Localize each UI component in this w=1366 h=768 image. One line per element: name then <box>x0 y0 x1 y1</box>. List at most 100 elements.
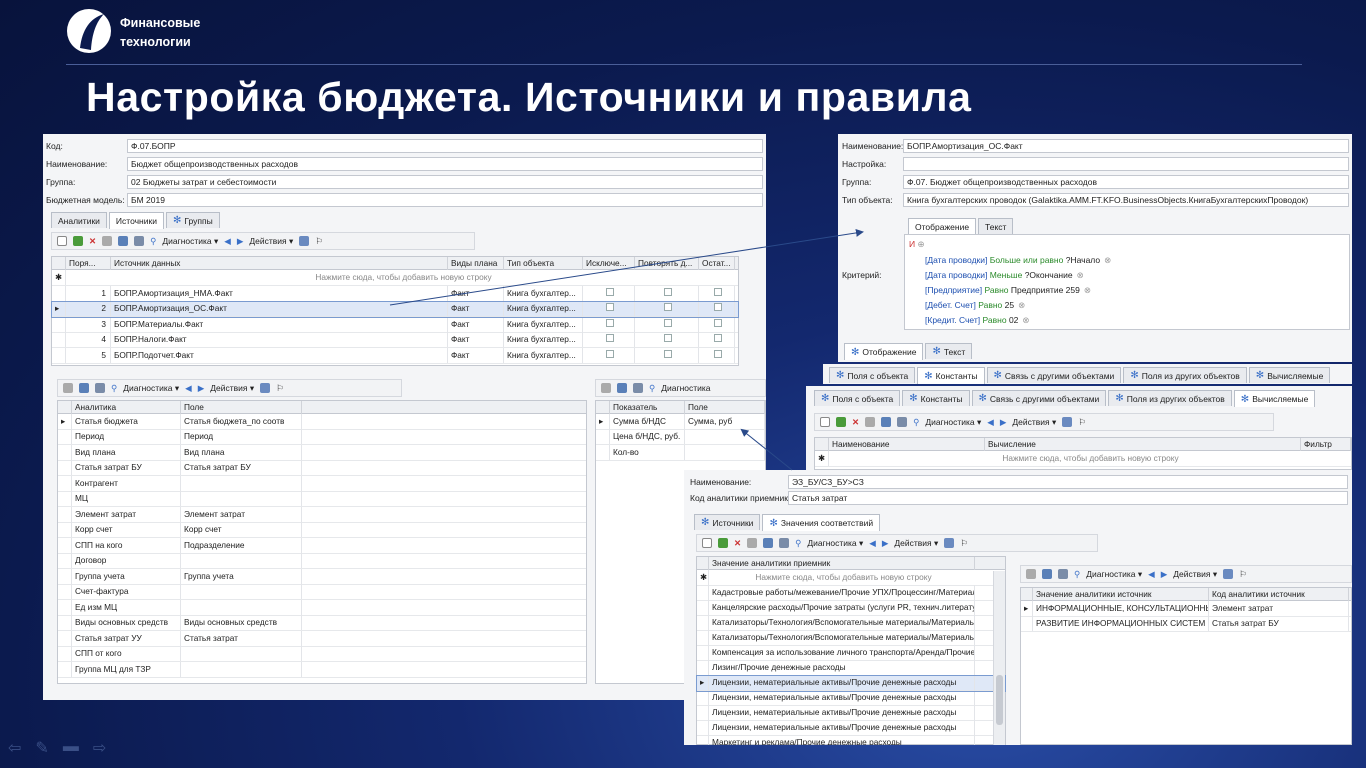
tab-mapping-values[interactable]: ✻ Значения соответствий <box>762 514 881 531</box>
tab-groups[interactable]: ✻ Группы <box>165 212 220 228</box>
table-row[interactable]: 3 БОПР.Материалы.Факт Факт Книга бухгалтер.… <box>52 316 738 333</box>
print-icon[interactable] <box>1058 569 1068 579</box>
actions-button[interactable]: Действия ▾ <box>1173 569 1217 580</box>
criteria-condition[interactable]: [Дата проводки] Больше или равно ?Начало… <box>925 255 1111 266</box>
col-source[interactable]: Источник данных <box>111 256 448 270</box>
checkbox[interactable] <box>714 349 722 358</box>
filter-icon[interactable]: ⚐ <box>1078 417 1086 428</box>
table-row[interactable]: Группа МЦ для ТЗР <box>58 661 586 678</box>
arrow-right-icon[interactable]: ▶ <box>1000 417 1007 428</box>
table-row[interactable]: Элемент затрат Элемент затрат <box>58 506 586 523</box>
pen-icon[interactable]: ✎ <box>35 738 48 758</box>
actions-button[interactable]: Действия ▾ <box>210 383 254 394</box>
table-row[interactable]: 1 БОПР.Амортизация_НМА.Факт Факт Книга бухг… <box>52 285 738 302</box>
criteria-field[interactable]: [Предприятие] <box>925 285 982 295</box>
remove-icon[interactable]: ⊗ <box>1084 285 1091 295</box>
criteria-value[interactable]: 02 <box>1009 315 1018 325</box>
criteria-operator[interactable]: Равно <box>978 300 1002 310</box>
col-plan[interactable]: Виды плана <box>448 256 504 270</box>
arrow-left-icon[interactable]: ◀ <box>224 236 231 247</box>
tab-constants[interactable]: ✻ Константы <box>917 367 985 384</box>
remove-icon[interactable]: ⊗ <box>1022 315 1029 325</box>
tab-sources[interactable]: Источники <box>108 212 164 229</box>
tab-analytics[interactable]: Аналитики <box>51 212 107 228</box>
criteria-value[interactable]: ?Начало <box>1066 255 1100 265</box>
col-repeat[interactable]: Повторять д... <box>635 256 699 270</box>
table-row[interactable]: РАЗВИТИЕ ИНФОРМАЦИОННЫХ СИСТЕМ Статья зат… <box>1021 616 1351 632</box>
arrow-right-icon[interactable]: ▶ <box>1161 569 1168 580</box>
arrow-left-icon[interactable]: ◀ <box>869 538 876 549</box>
tab-text[interactable]: Текст <box>978 218 1014 234</box>
name-field[interactable]: БОПР.Амортизация_ОС.Факт <box>903 139 1349 153</box>
table-row[interactable]: ▸ 2 БОПР.Амортизация_ОС.Факт Факт Книга бухг… <box>51 300 739 318</box>
save-icon[interactable] <box>601 383 611 393</box>
col-order[interactable]: Поря... <box>66 256 111 270</box>
checkbox[interactable] <box>714 303 722 312</box>
checkbox[interactable] <box>606 334 614 343</box>
arrow-left-icon[interactable]: ◀ <box>1148 569 1155 580</box>
col-source-value[interactable]: Значение аналитики источник <box>1033 587 1209 601</box>
actions-button[interactable]: Действия ▾ <box>249 236 293 247</box>
checkbox[interactable] <box>664 287 672 296</box>
diagnostics-button[interactable]: Диагностика ▾ <box>123 383 179 394</box>
save-icon[interactable] <box>102 236 113 246</box>
checkbox[interactable] <box>714 318 722 327</box>
name-field[interactable]: ЭЗ_БУ/СЗ_БУ>СЗ <box>788 475 1348 489</box>
col-field[interactable]: Поле <box>685 400 765 414</box>
export-icon[interactable] <box>944 538 955 548</box>
table-row[interactable]: 5 БОПР.Подотчет.Факт Факт Книга бухгалтер..… <box>52 347 738 364</box>
col-source-code[interactable]: Код аналитики источник <box>1209 587 1349 601</box>
tree-icon[interactable]: ⚲ <box>795 538 801 549</box>
col-object-type[interactable]: Тип объекта <box>504 256 583 270</box>
remove-icon[interactable]: ⊗ <box>1018 300 1025 310</box>
export-icon[interactable] <box>260 383 271 393</box>
criteria-field[interactable]: [Дебет. Счет] <box>925 300 976 310</box>
diagnostics-button[interactable]: Диагностика ▾ <box>925 417 981 428</box>
new-icon[interactable] <box>57 236 67 246</box>
table-row[interactable]: СПП от кого <box>58 646 586 662</box>
list-item[interactable]: Лизинг/Прочие денежные расходы <box>697 660 1005 676</box>
list-item[interactable]: Маркетинг и реклама/Прочие денежные расх… <box>697 735 1005 745</box>
criteria-value[interactable]: Предприятие 259 <box>1011 285 1080 295</box>
criteria-operator[interactable]: Больше или равно <box>990 255 1064 265</box>
table-row[interactable]: МЦ <box>58 491 586 507</box>
arrow-left-icon[interactable]: ◀ <box>185 383 192 394</box>
checkbox[interactable] <box>664 334 672 343</box>
criteria-condition[interactable]: [Кредит. Счет] Равно 02 ⊗ <box>925 315 1030 326</box>
save-icon[interactable] <box>1026 569 1036 579</box>
save-icon[interactable] <box>747 538 758 548</box>
tab-object-fields[interactable]: ✻ Поля с объекта <box>814 390 901 406</box>
copy-icon[interactable] <box>836 417 846 427</box>
delete-icon[interactable]: ✕ <box>852 417 859 428</box>
table-row[interactable]: Статья затрат БУ Статья затрат БУ <box>58 460 586 476</box>
checkbox[interactable] <box>606 318 614 327</box>
slides-icon[interactable]: ▬ <box>63 738 79 758</box>
tree-icon[interactable]: ⚲ <box>111 383 117 394</box>
actions-button[interactable]: Действия ▾ <box>894 538 938 549</box>
filter-icon[interactable]: ⚐ <box>1239 569 1247 580</box>
tab-constants[interactable]: ✻ Текст <box>925 343 973 359</box>
col-name[interactable]: Наименование <box>829 437 985 451</box>
col-balance[interactable]: Остат... <box>699 256 735 270</box>
grid-icon[interactable] <box>617 383 627 393</box>
checkbox[interactable] <box>664 349 672 358</box>
table-row[interactable]: Корр счет Корр счет <box>58 522 586 538</box>
back-icon[interactable]: ⇦ <box>8 738 21 758</box>
tab-display[interactable]: Отображение <box>908 218 977 235</box>
checkbox[interactable] <box>714 334 722 343</box>
grid-icon[interactable] <box>881 417 892 427</box>
and-operator[interactable]: И <box>909 239 915 249</box>
tree-icon[interactable]: ⚲ <box>913 417 919 428</box>
tab-object-fields[interactable]: ✻ Поля с объекта <box>829 367 916 383</box>
arrow-right-icon[interactable]: ▶ <box>882 538 889 549</box>
grid-icon[interactable] <box>118 236 129 246</box>
table-row[interactable]: Цена б/НДС, руб. <box>596 429 765 445</box>
actions-button[interactable]: Действия ▾ <box>1012 417 1056 428</box>
arrow-right-icon[interactable]: ▶ <box>237 236 244 247</box>
filter-icon[interactable]: ⚐ <box>276 383 284 394</box>
add-row-hint[interactable]: Нажмите сюда, чтобы добавить новую строк… <box>66 270 738 285</box>
tab-constants[interactable]: ✻ Константы <box>902 390 970 406</box>
delete-icon[interactable]: ✕ <box>734 538 741 549</box>
table-row[interactable]: Виды основных средств Виды основных средс… <box>58 615 586 631</box>
criteria-condition[interactable]: [Дебет. Счет] Равно 25 ⊗ <box>925 300 1025 311</box>
